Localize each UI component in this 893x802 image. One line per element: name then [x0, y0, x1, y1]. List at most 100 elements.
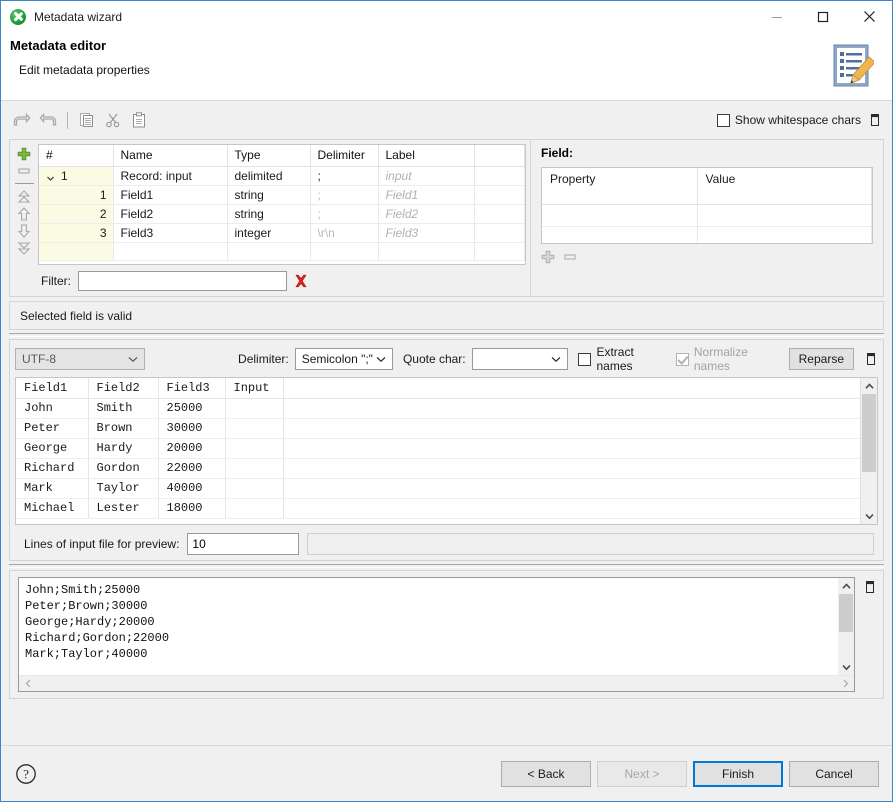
help-question-icon[interactable]: ?: [15, 763, 37, 785]
sash-divider-top[interactable]: [9, 330, 884, 339]
raw-text-box[interactable]: John;Smith;25000 Peter;Brown;30000 Georg…: [18, 577, 855, 692]
cancel-button[interactable]: Cancel: [789, 761, 879, 787]
add-property-button[interactable]: [541, 250, 555, 267]
table-row[interactable]: 1 Record: input delimited ; input: [39, 167, 525, 186]
preview-row[interactable]: John Smith 25000: [16, 398, 860, 418]
row-number-cell[interactable]: 1: [39, 186, 113, 205]
property-table[interactable]: Property Value: [541, 167, 873, 244]
add-field-button[interactable]: [13, 146, 35, 162]
row-type-cell[interactable]: integer: [227, 224, 310, 243]
maximize-panel-icon[interactable]: [868, 113, 882, 127]
scroll-down-icon[interactable]: [861, 508, 877, 524]
metadata-table[interactable]: # Name Type Delimiter Label: [38, 144, 526, 265]
metadata-editor-icon: [830, 43, 874, 89]
lines-input[interactable]: [187, 533, 299, 555]
encoding-select[interactable]: UTF-8: [15, 348, 145, 370]
row-number-cell[interactable]: 3: [39, 224, 113, 243]
preview-table[interactable]: Field1 Field2 Field3 Input John Smith: [15, 377, 878, 525]
preview-row[interactable]: Mark Taylor 40000: [16, 478, 860, 498]
row-delimiter-cell[interactable]: ;: [310, 167, 378, 186]
row-type-cell[interactable]: delimited: [227, 167, 310, 186]
move-down-button[interactable]: [13, 223, 35, 239]
raw-vertical-scrollbar[interactable]: [838, 578, 854, 675]
scroll-right-icon[interactable]: [838, 677, 852, 691]
preview-vertical-scrollbar[interactable]: [860, 378, 877, 524]
row-label-cell[interactable]: Field1: [378, 186, 474, 205]
back-button[interactable]: < Back: [501, 761, 591, 787]
row-delimiter-cell[interactable]: ;: [310, 205, 378, 224]
column-header-number[interactable]: #: [39, 145, 113, 167]
preview-column-header[interactable]: Field2: [88, 378, 158, 398]
redo-icon[interactable]: [35, 108, 61, 132]
row-label-cell[interactable]: Field2: [378, 205, 474, 224]
remove-field-button[interactable]: [13, 163, 35, 179]
row-name-cell[interactable]: Record: input: [113, 167, 227, 186]
maximize-button[interactable]: [800, 1, 846, 32]
paste-icon[interactable]: [126, 108, 152, 132]
raw-text-content[interactable]: John;Smith;25000 Peter;Brown;30000 Georg…: [19, 578, 838, 675]
column-header-name[interactable]: Name: [113, 145, 227, 167]
preview-column-header[interactable]: Input: [225, 378, 283, 398]
row-delimiter-cell[interactable]: ;: [310, 186, 378, 205]
column-header-delimiter[interactable]: Delimiter: [310, 145, 378, 167]
copy-icon[interactable]: [74, 108, 100, 132]
maximize-panel-icon[interactable]: [864, 352, 878, 366]
column-header-type[interactable]: Type: [227, 145, 310, 167]
table-header-row: # Name Type Delimiter Label: [39, 145, 525, 167]
close-button[interactable]: [846, 1, 892, 32]
scroll-up-icon[interactable]: [838, 578, 854, 594]
extract-names-checkbox[interactable]: Extract names: [578, 345, 665, 373]
row-number-cell[interactable]: 1: [39, 167, 113, 186]
move-up-button[interactable]: [13, 206, 35, 222]
sash-divider-bottom[interactable]: [9, 561, 884, 570]
scroll-thumb[interactable]: [862, 394, 876, 472]
chevron-down-icon: [548, 356, 564, 363]
field-tools: [10, 144, 38, 265]
reparse-button[interactable]: Reparse: [789, 348, 854, 370]
preview-row[interactable]: George Hardy 20000: [16, 438, 860, 458]
maximize-panel-icon[interactable]: [863, 580, 877, 594]
row-label-cell[interactable]: input: [378, 167, 474, 186]
preview-column-header[interactable]: Field1: [16, 378, 88, 398]
delimiter-select[interactable]: Semicolon ";": [295, 348, 393, 370]
cut-icon[interactable]: [100, 108, 126, 132]
preview-row[interactable]: Peter Brown 30000: [16, 418, 860, 438]
row-number-cell[interactable]: 2: [39, 205, 113, 224]
row-name-cell[interactable]: Field3: [113, 224, 227, 243]
table-row[interactable]: 2 Field2 string ; Field2: [39, 205, 525, 224]
scroll-left-icon[interactable]: [21, 677, 35, 691]
show-whitespace-checkbox[interactable]: Show whitespace chars: [717, 113, 861, 127]
undo-icon[interactable]: [9, 108, 35, 132]
row-name-cell[interactable]: Field2: [113, 205, 227, 224]
red-x-icon[interactable]: [294, 274, 308, 288]
column-header-property[interactable]: Property: [542, 168, 697, 204]
preview-row[interactable]: Michael Lester 18000: [16, 498, 860, 518]
quote-char-select[interactable]: [472, 348, 569, 370]
column-header-label[interactable]: Label: [378, 145, 474, 167]
move-top-button[interactable]: [13, 189, 35, 205]
preview-row[interactable]: Richard Gordon 22000: [16, 458, 860, 478]
table-row[interactable]: 3 Field3 integer \r\n Field3: [39, 224, 525, 243]
scroll-track[interactable]: [838, 594, 854, 659]
row-type-cell[interactable]: string: [227, 186, 310, 205]
scroll-up-icon[interactable]: [861, 378, 877, 394]
row-delimiter-cell[interactable]: \r\n: [310, 224, 378, 243]
extract-names-label: Extract names: [596, 345, 665, 373]
finish-button[interactable]: Finish: [693, 761, 783, 787]
chevron-down-icon[interactable]: [46, 172, 55, 181]
minimize-button[interactable]: [754, 1, 800, 32]
remove-property-button[interactable]: [563, 250, 577, 267]
row-type-cell[interactable]: string: [227, 205, 310, 224]
move-bottom-button[interactable]: [13, 240, 35, 256]
preview-cell: Smith: [88, 398, 158, 418]
preview-column-header[interactable]: Field3: [158, 378, 225, 398]
scroll-track[interactable]: [861, 394, 877, 508]
raw-horizontal-scrollbar[interactable]: [19, 675, 854, 691]
column-header-value[interactable]: Value: [697, 168, 872, 204]
scroll-thumb[interactable]: [839, 594, 853, 632]
row-label-cell[interactable]: Field3: [378, 224, 474, 243]
filter-input[interactable]: [78, 271, 287, 291]
scroll-down-icon[interactable]: [838, 659, 854, 675]
table-row[interactable]: 1 Field1 string ; Field1: [39, 186, 525, 205]
row-name-cell[interactable]: Field1: [113, 186, 227, 205]
